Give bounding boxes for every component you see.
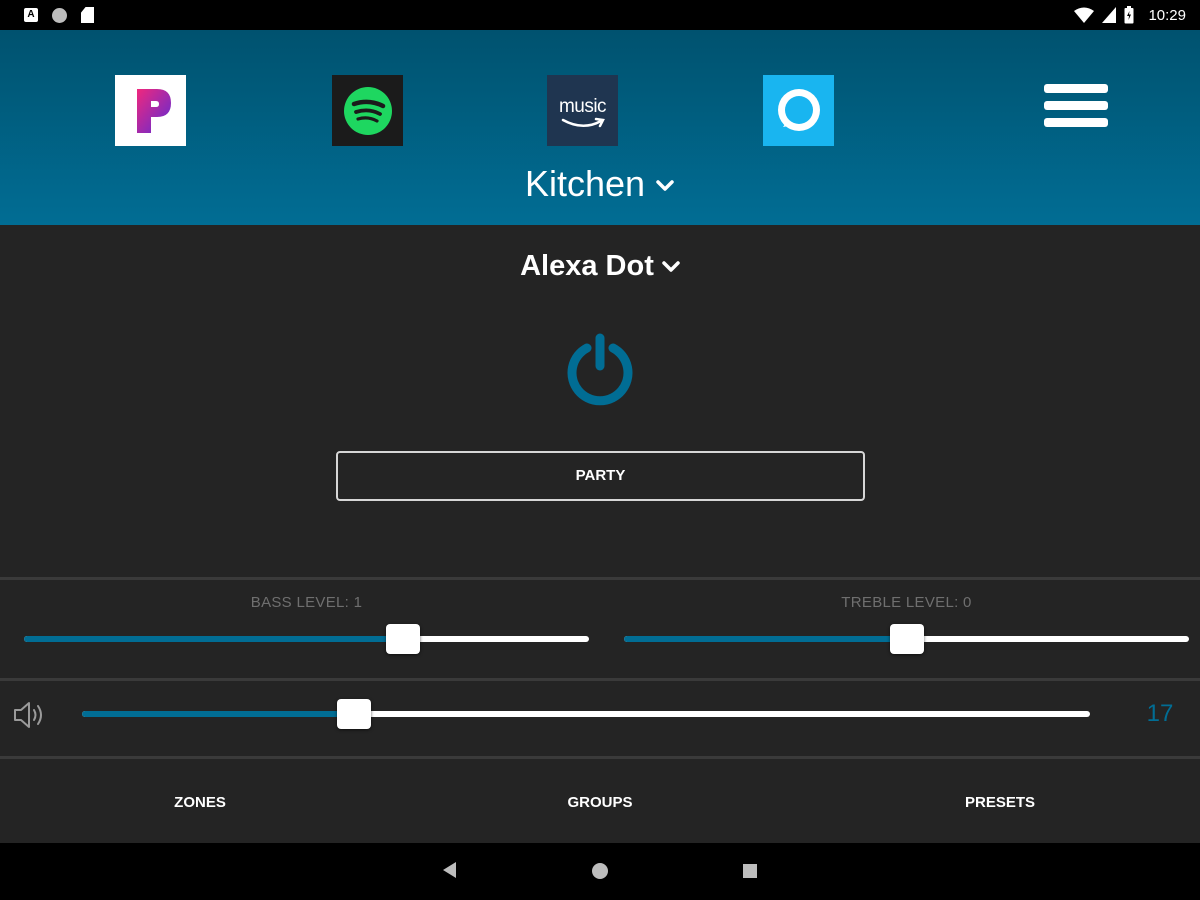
power-icon[interactable]	[562, 332, 638, 408]
divider	[0, 678, 1200, 681]
zone-name: Kitchen	[524, 163, 646, 204]
pandora-icon	[136, 88, 171, 133]
source-selector[interactable]: Alexa Dot	[0, 250, 1200, 283]
tab-groups[interactable]: GROUPS	[400, 794, 800, 811]
divider	[0, 577, 1200, 580]
bass-slider-fill	[24, 636, 403, 642]
alexa-app-button[interactable]	[763, 75, 834, 146]
treble-slider-fill	[624, 636, 907, 642]
source-name: Alexa Dot	[520, 250, 654, 282]
navigation-bar	[0, 843, 1200, 900]
amazon-music-label: music	[558, 95, 607, 117]
volume-value: 17	[1146, 700, 1174, 727]
divider	[0, 756, 1200, 759]
wifi-icon	[1074, 7, 1095, 23]
bass-level-label: BASS LEVEL: 1	[250, 594, 363, 611]
status-bar-left: A	[24, 7, 94, 23]
circle-status-icon	[52, 7, 67, 23]
tab-presets[interactable]: PRESETS	[800, 794, 1200, 811]
spotify-app-button[interactable]	[332, 75, 403, 146]
pandora-app-button[interactable]	[115, 75, 186, 146]
speaker-icon[interactable]	[12, 700, 48, 730]
chevron-down-icon	[662, 261, 680, 273]
alexa-icon	[777, 88, 820, 131]
volume-slider[interactable]	[82, 699, 1090, 729]
treble-slider[interactable]	[624, 624, 1189, 654]
hamburger-menu-icon[interactable]	[1044, 84, 1108, 128]
tab-zones[interactable]: ZONES	[0, 794, 400, 811]
sd-card-icon	[81, 7, 94, 23]
bass-slider[interactable]	[24, 624, 589, 654]
recent-apps-icon[interactable]	[743, 864, 757, 878]
signal-icon	[1102, 7, 1117, 23]
treble-slider-thumb[interactable]	[890, 624, 924, 654]
amazon-music-app-button[interactable]: music	[547, 75, 618, 146]
header: music Kitchen	[0, 30, 1200, 225]
zone-selector[interactable]: Kitchen	[0, 163, 1200, 205]
status-bar: A 10:29	[0, 0, 1200, 30]
home-icon[interactable]	[592, 863, 608, 879]
spotify-icon	[343, 86, 392, 135]
volume-slider-fill	[82, 711, 354, 717]
volume-slider-thumb[interactable]	[337, 699, 371, 729]
amazon-smile-icon	[561, 117, 605, 127]
battery-icon	[1124, 6, 1134, 24]
bass-slider-thumb[interactable]	[386, 624, 420, 654]
back-icon[interactable]	[443, 862, 456, 878]
status-time: 10:29	[1148, 6, 1186, 24]
chevron-down-icon	[656, 180, 674, 192]
status-bar-right: 10:29	[1074, 5, 1186, 25]
notification-a-icon: A	[24, 8, 38, 22]
treble-level-label: TREBLE LEVEL: 0	[841, 594, 972, 611]
party-button[interactable]: PARTY	[336, 451, 865, 501]
